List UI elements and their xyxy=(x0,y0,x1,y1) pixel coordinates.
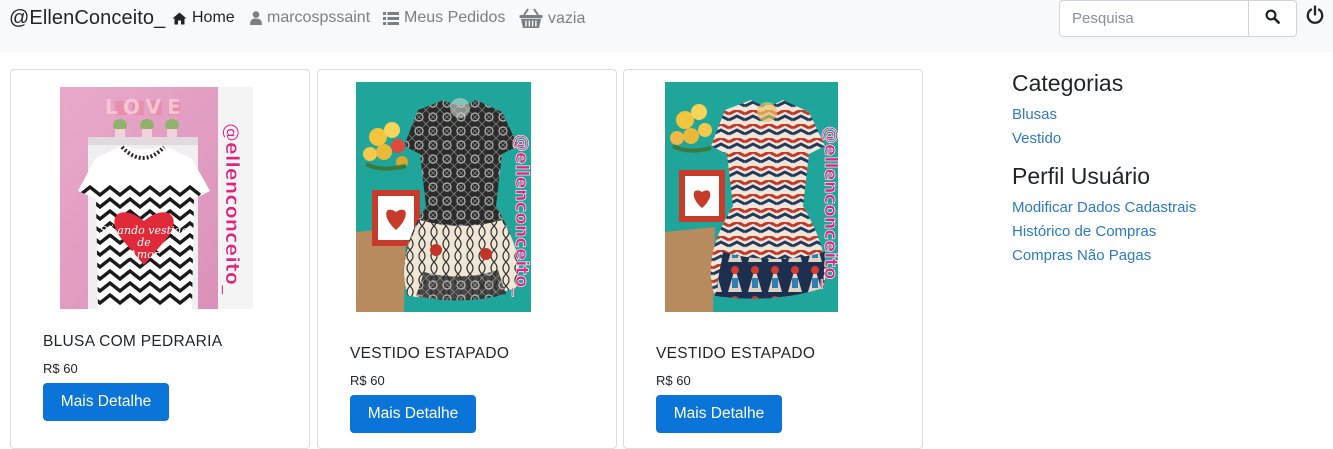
profile-link-edit-data[interactable]: Modificar Dados Cadastrais xyxy=(1012,196,1196,220)
product-price: R$ 60 xyxy=(350,373,385,388)
nav-home-label: Home xyxy=(192,9,235,26)
category-link-blusas[interactable]: Blusas xyxy=(1012,103,1196,127)
search-input[interactable] xyxy=(1059,0,1249,37)
product-image[interactable]: @ellenconceito_ xyxy=(356,82,531,312)
sidebar: Categorias Blusas Vestido Perfil Usuário… xyxy=(1012,70,1196,268)
details-button[interactable]: Mais Detalhe xyxy=(43,383,169,421)
details-button[interactable]: Mais Detalhe xyxy=(350,395,476,433)
svg-text:@ellenconceito_: @ellenconceito_ xyxy=(221,123,243,295)
logout-button[interactable] xyxy=(1305,5,1325,30)
svg-text:@ellenconceito_: @ellenconceito_ xyxy=(820,126,838,288)
navbar: @EllenConceito_ Home marcospssaint Meus … xyxy=(0,0,1333,52)
nav-user[interactable]: marcospssaint xyxy=(250,9,370,27)
product-title: BLUSA COM PEDRARIA xyxy=(43,333,223,350)
svg-text:@ellenconceito_: @ellenconceito_ xyxy=(511,134,531,296)
product-price: R$ 60 xyxy=(656,373,691,388)
svg-text:Amor: Amor xyxy=(128,248,160,261)
power-icon xyxy=(1305,5,1325,29)
nav-user-label: marcospssaint xyxy=(267,9,371,26)
product-title: VESTIDO ESTAPADO xyxy=(656,345,816,362)
basket-icon xyxy=(519,7,543,29)
details-button[interactable]: Mais Detalhe xyxy=(656,395,782,433)
category-link-vestido[interactable]: Vestido xyxy=(1012,127,1196,151)
nav-cart[interactable]: vazia xyxy=(519,7,585,29)
product-card: @ellenconceito_ VESTIDO ESTAPADO R$ 60 M… xyxy=(623,69,923,449)
product-price: R$ 60 xyxy=(43,361,78,376)
categories-heading: Categorias xyxy=(1012,70,1124,96)
product-card: Só ando vestido de Amor LOVE @ellenconce… xyxy=(10,69,310,449)
search-button[interactable] xyxy=(1249,0,1297,37)
product-title: VESTIDO ESTAPADO xyxy=(350,345,510,362)
product-image[interactable]: @ellenconceito_ xyxy=(665,82,838,312)
user-icon xyxy=(250,11,262,25)
nav-orders[interactable]: Meus Pedidos xyxy=(383,9,505,27)
brand-logo[interactable]: @EllenConceito_ xyxy=(9,7,165,30)
profile-link-unpaid-purchases[interactable]: Compras Não Pagas xyxy=(1012,244,1196,268)
nav-home[interactable]: Home xyxy=(172,9,235,27)
nav-orders-label: Meus Pedidos xyxy=(404,9,506,26)
product-card: @ellenconceito_ VESTIDO ESTAPADO R$ 60 M… xyxy=(317,69,617,449)
profile-heading: Perfil Usuário xyxy=(1012,163,1151,189)
search-form xyxy=(1059,0,1297,37)
search-icon xyxy=(1265,8,1280,29)
home-icon xyxy=(172,12,187,25)
profile-link-purchase-history[interactable]: Histórico de Compras xyxy=(1012,220,1196,244)
svg-text:LOVE: LOVE xyxy=(105,95,187,119)
list-icon xyxy=(383,11,399,25)
nav-cart-label: vazia xyxy=(548,10,586,27)
product-image[interactable]: Só ando vestido de Amor LOVE @ellenconce… xyxy=(60,87,253,309)
